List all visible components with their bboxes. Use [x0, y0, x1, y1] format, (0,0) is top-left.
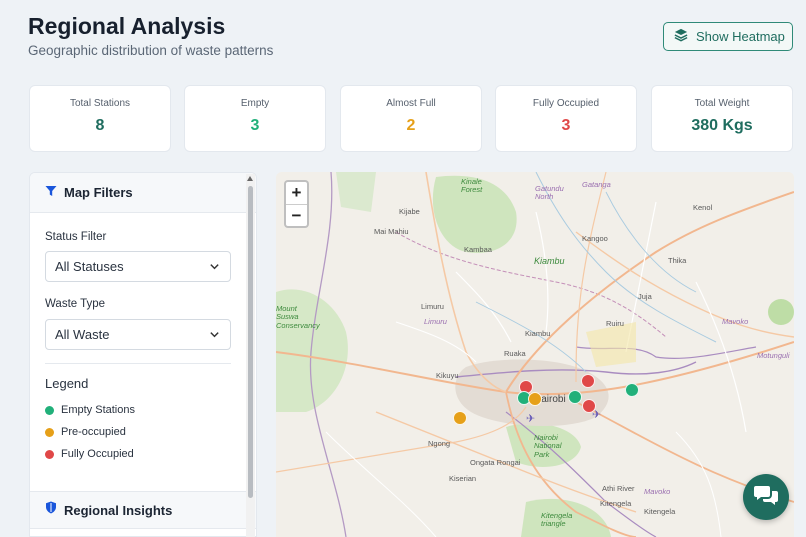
- legend-label: Fully Occupied: [61, 448, 134, 460]
- zoom-control: + −: [284, 180, 309, 228]
- show-heatmap-button[interactable]: Show Heatmap: [663, 22, 793, 51]
- map-label: Kiambu: [525, 329, 551, 338]
- legend-item-fully-occupied: Fully Occupied: [45, 448, 134, 460]
- map-label: Kitengela triangle: [541, 511, 573, 529]
- page-title: Regional Analysis: [28, 13, 226, 39]
- legend-dot: [45, 427, 54, 437]
- status-filter-select[interactable]: All Statuses: [45, 251, 231, 282]
- map-label: Kiambu: [534, 256, 565, 266]
- legend-dot: [45, 449, 54, 459]
- stat-value: 380 Kgs: [691, 117, 753, 134]
- stat-card-empty: Empty 3: [184, 85, 326, 152]
- map-label: Kijabe: [399, 207, 420, 216]
- map-view[interactable]: ✈ ✈ + − Kijabe Mai Mahiu Kambaa Kiambu K…: [276, 172, 794, 537]
- legend-item-empty: Empty Stations: [45, 404, 135, 416]
- map-label: Ngong: [428, 439, 451, 448]
- stat-card-almost-full: Almost Full 2: [340, 85, 482, 152]
- map-label: Thika: [668, 256, 687, 265]
- map-label: Limuru: [421, 302, 444, 311]
- map-label: Ruaka: [504, 349, 526, 358]
- waste-type-label: Waste Type: [45, 298, 106, 310]
- stat-value: 2: [406, 117, 416, 134]
- map-label: Ongata Rongai: [470, 458, 521, 467]
- legend-label: Empty Stations: [61, 404, 135, 416]
- map-label: Juja: [638, 292, 652, 301]
- stat-value: 3: [561, 117, 571, 134]
- waste-type-select[interactable]: All Waste: [45, 319, 231, 350]
- legend-dot: [45, 405, 54, 415]
- map-filters-panel: Map Filters Status Filter All Statuses W…: [29, 172, 257, 537]
- stat-label: Total Stations: [69, 98, 131, 109]
- map-label: Ruiru: [606, 319, 624, 328]
- map-label: Limuru: [424, 317, 447, 326]
- zoom-in-button[interactable]: +: [286, 182, 307, 204]
- svg-text:✈: ✈: [526, 412, 535, 425]
- map-label: Kiserian: [449, 474, 477, 483]
- map-label: Kitengela: [644, 507, 676, 516]
- chevron-down-icon: [210, 264, 219, 270]
- status-filter-label: Status Filter: [45, 231, 107, 243]
- stat-card-total-stations: Total Stations 8: [29, 85, 171, 152]
- station-marker-empty[interactable]: [568, 390, 582, 404]
- waste-type-value: All Waste: [55, 327, 110, 342]
- map-label: Kambaa: [464, 245, 492, 254]
- map-label: Kenol: [693, 203, 713, 212]
- stat-card-fully-occupied: Fully Occupied 3: [495, 85, 637, 152]
- scroll-up-arrow-icon[interactable]: [247, 176, 253, 181]
- scrollbar-thumb[interactable]: [248, 186, 253, 498]
- map-label: Kangoo: [582, 234, 608, 243]
- legend-label: Pre-occupied: [61, 426, 126, 438]
- panel-scrollbar[interactable]: [246, 174, 255, 537]
- map-label: Kitengela: [600, 499, 632, 508]
- shield-icon: [45, 501, 57, 519]
- map-label: Motunguli: [757, 351, 790, 360]
- map-label: Gatanga: [582, 180, 611, 189]
- map-label: Gatundu North: [535, 184, 564, 202]
- legend-title: Legend: [45, 376, 89, 391]
- chat-icon: [753, 484, 779, 511]
- map-label: Kinale Forest: [461, 177, 483, 195]
- chevron-down-icon: [210, 332, 219, 338]
- stat-label: Fully Occupied: [532, 98, 600, 109]
- map-label: Kikuyu: [436, 371, 459, 380]
- map-label: Mavoko: [644, 487, 671, 496]
- filter-icon: [45, 184, 57, 202]
- map-label: Mount Suswa Conservancy: [276, 304, 320, 330]
- station-marker-full[interactable]: [582, 399, 596, 413]
- stat-label: Total Weight: [694, 98, 750, 109]
- map-label: Mavoko: [722, 317, 749, 326]
- map-label: Athi River: [602, 484, 635, 493]
- zoom-out-button[interactable]: −: [286, 204, 307, 226]
- station-marker-almost-full[interactable]: [453, 411, 467, 425]
- status-filter-value: All Statuses: [55, 259, 124, 274]
- stat-label: Empty: [240, 98, 270, 109]
- page-subtitle: Geographic distribution of waste pattern…: [28, 43, 274, 58]
- stat-value: 8: [95, 117, 105, 134]
- regional-insights-header[interactable]: Regional Insights: [30, 491, 256, 529]
- map-filters-header: Map Filters: [30, 173, 256, 213]
- regional-insights-title: Regional Insights: [64, 502, 173, 518]
- divider: [45, 363, 231, 364]
- station-marker-almost-full[interactable]: [528, 392, 542, 406]
- show-heatmap-label: Show Heatmap: [696, 29, 785, 44]
- map-label: Nairobi National Park: [534, 433, 562, 459]
- stat-label: Almost Full: [386, 98, 436, 109]
- legend-item-pre-occupied: Pre-occupied: [45, 426, 126, 438]
- map-label: Mai Mahiu: [374, 227, 409, 236]
- station-marker-empty[interactable]: [625, 383, 639, 397]
- layers-icon: [674, 28, 688, 45]
- map-filters-title: Map Filters: [64, 185, 133, 200]
- station-marker-full[interactable]: [581, 374, 595, 388]
- stat-value: 3: [250, 117, 260, 134]
- chat-button[interactable]: [743, 474, 789, 520]
- map-tiles: ✈ ✈: [276, 172, 794, 537]
- stat-card-total-weight: Total Weight 380 Kgs: [651, 85, 793, 152]
